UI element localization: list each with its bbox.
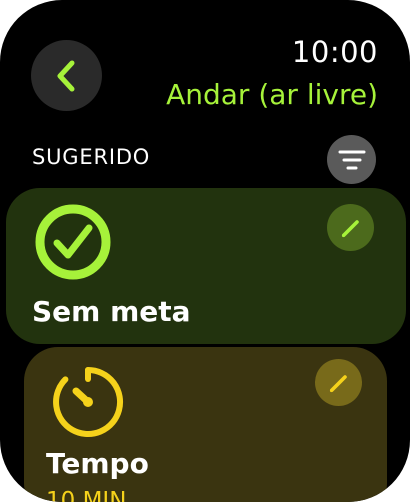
timer-icon (53, 367, 124, 437)
pencil-icon (341, 219, 359, 237)
pencil-icon (329, 374, 347, 392)
workout-goal-value: 10 MIN (46, 488, 127, 502)
section-label: SUGERIDO (32, 145, 151, 169)
workout-card-time[interactable]: Tempo 10 MIN (24, 347, 387, 502)
edit-button[interactable] (327, 204, 374, 251)
workout-card-no-goal[interactable]: Sem meta (6, 188, 406, 344)
filter-lines-icon (338, 150, 365, 169)
chevron-left-icon (57, 60, 74, 91)
status-time: 10:00 (291, 35, 378, 69)
watch-screen: 10:00 Andar (ar livre) SUGERIDO Sem meta (0, 0, 410, 502)
workout-title: Sem meta (32, 295, 191, 328)
edit-button[interactable] (315, 359, 362, 406)
back-button[interactable] (31, 40, 102, 111)
page-title: Andar (ar livre) (166, 78, 378, 111)
filter-button[interactable] (327, 135, 376, 184)
checkmark-ring-icon (35, 204, 111, 280)
workout-title: Tempo (46, 447, 149, 480)
